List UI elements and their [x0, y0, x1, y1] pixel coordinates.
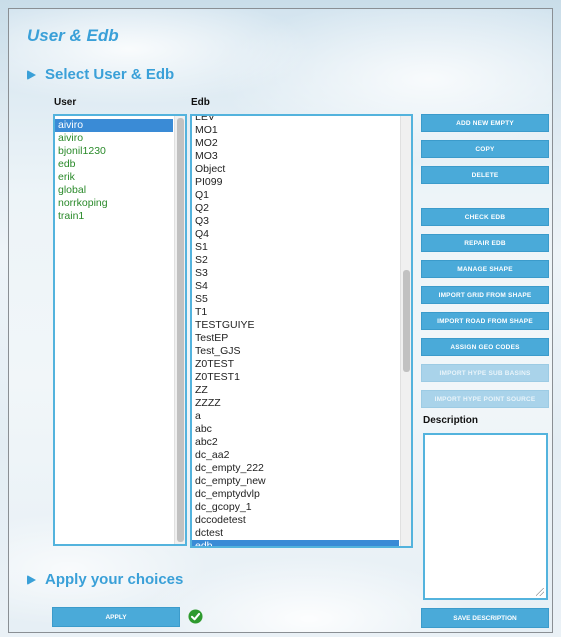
section-select-title: Select User & Edb — [27, 66, 174, 83]
add-new-empty-button[interactable]: ADD NEW EMPTY — [421, 114, 549, 132]
edb-list-item[interactable]: Q4 — [192, 228, 399, 241]
edb-list-item[interactable]: LEV — [192, 116, 399, 124]
check-icon — [188, 609, 203, 624]
user-list-item[interactable]: erik — [55, 171, 173, 184]
delete-button[interactable]: DELETE — [421, 166, 549, 184]
manage-shape-button[interactable]: MANAGE SHAPE — [421, 260, 549, 278]
edb-list-item[interactable]: abc2 — [192, 436, 399, 449]
assign-geo-codes-button[interactable]: ASSIGN GEO CODES — [421, 338, 549, 356]
copy-button[interactable]: COPY — [421, 140, 549, 158]
edb-list-item[interactable]: MO1 — [192, 124, 399, 137]
edb-list-item[interactable]: TESTGUIYE — [192, 319, 399, 332]
edb-list-item[interactable]: PI099 — [192, 176, 399, 189]
edb-list-item[interactable]: dc_empty_222 — [192, 462, 399, 475]
import-road-from-shape-button[interactable]: IMPORT ROAD FROM SHAPE — [421, 312, 549, 330]
edb-list-item[interactable]: Object — [192, 163, 399, 176]
edb-list-item[interactable]: Z0TEST — [192, 358, 399, 371]
section-apply-title: Apply your choices — [27, 571, 183, 588]
edb-list-item[interactable]: Q1 — [192, 189, 399, 202]
edb-list-item[interactable]: dc_gcopy_1 — [192, 501, 399, 514]
user-list-item[interactable]: bjonil1230 — [55, 145, 173, 158]
section-apply-label: Apply your choices — [45, 571, 184, 588]
user-listbox[interactable]: aiviro aiviro bjonil1230 edb erik global norrk… — [53, 114, 187, 546]
section-select-label: Select User & Edb — [45, 66, 175, 83]
apply-button[interactable]: APPLY — [52, 607, 180, 627]
edb-list-item[interactable]: dccodetest — [192, 514, 399, 527]
edb-list-items: LEV MO1 MO2 MO3 Object PI099 Q1 Q2 Q3 Q4 S1 S2 S3 S4 S… — [192, 116, 399, 546]
edb-list-item[interactable]: abc — [192, 423, 399, 436]
edb-list-item[interactable]: dc_empty_new — [192, 475, 399, 488]
edb-list-item[interactable]: S5 — [192, 293, 399, 306]
user-list-item[interactable]: norrkoping — [55, 197, 173, 210]
edb-list-item[interactable]: Test_GJS — [192, 345, 399, 358]
edb-list-item[interactable]: S1 — [192, 241, 399, 254]
edb-list-item[interactable]: T1 — [192, 306, 399, 319]
user-list-items: aiviro aiviro bjonil1230 edb erik global norrk… — [55, 119, 173, 223]
description-textarea[interactable] — [423, 433, 548, 600]
edb-list-item[interactable]: MO2 — [192, 137, 399, 150]
edb-list-item[interactable]: dctest — [192, 527, 399, 540]
edb-list-item[interactable]: Q2 — [192, 202, 399, 215]
user-list-scrollbar[interactable] — [174, 116, 185, 544]
user-list-item[interactable]: aiviro — [55, 132, 173, 145]
edb-list-item[interactable]: S3 — [192, 267, 399, 280]
user-column-label: User — [54, 97, 77, 108]
user-list-scroll-thumb[interactable] — [177, 118, 184, 542]
user-list-item[interactable]: aiviro — [55, 119, 173, 132]
edb-list-item[interactable]: edb — [192, 540, 399, 546]
edb-list-item[interactable]: dc_emptydvlp — [192, 488, 399, 501]
edb-list-item[interactable]: TestEP — [192, 332, 399, 345]
bullet-icon — [27, 69, 36, 80]
user-list-item[interactable]: train1 — [55, 210, 173, 223]
edb-list-item[interactable]: ZZ — [192, 384, 399, 397]
save-description-button[interactable]: SAVE DESCRIPTION — [421, 608, 549, 628]
import-hype-point-source-button[interactable]: IMPORT HYPE POINT SOURCE — [421, 390, 549, 408]
edb-list-item[interactable]: a — [192, 410, 399, 423]
check-edb-button[interactable]: CHECK EDB — [421, 208, 549, 226]
edb-list-scroll-thumb[interactable] — [403, 270, 410, 372]
user-list-item[interactable]: global — [55, 184, 173, 197]
edb-list-item[interactable]: MO3 — [192, 150, 399, 163]
edb-list-item[interactable]: Z0TEST1 — [192, 371, 399, 384]
edb-listbox[interactable]: LEV MO1 MO2 MO3 Object PI099 Q1 Q2 Q3 Q4 S1 S2 S3 S4 S… — [190, 114, 413, 548]
edb-list-item[interactable]: dc_aa2 — [192, 449, 399, 462]
description-label: Description — [423, 415, 479, 426]
edb-list-scrollbar[interactable] — [400, 116, 411, 546]
edb-list-item[interactable]: Q3 — [192, 215, 399, 228]
import-hype-sub-basins-button[interactable]: IMPORT HYPE SUB BASINS — [421, 364, 549, 382]
page-title: User & Edb — [27, 26, 119, 45]
edb-list-item[interactable]: S2 — [192, 254, 399, 267]
repair-edb-button[interactable]: REPAIR EDB — [421, 234, 549, 252]
edb-column-label: Edb — [191, 97, 210, 108]
edb-list-item[interactable]: S4 — [192, 280, 399, 293]
bullet-icon — [27, 574, 36, 585]
import-grid-from-shape-button[interactable]: IMPORT GRID FROM SHAPE — [421, 286, 549, 304]
user-list-item[interactable]: edb — [55, 158, 173, 171]
edb-list-item[interactable]: ZZZZ — [192, 397, 399, 410]
resize-grip-icon[interactable] — [536, 588, 544, 596]
